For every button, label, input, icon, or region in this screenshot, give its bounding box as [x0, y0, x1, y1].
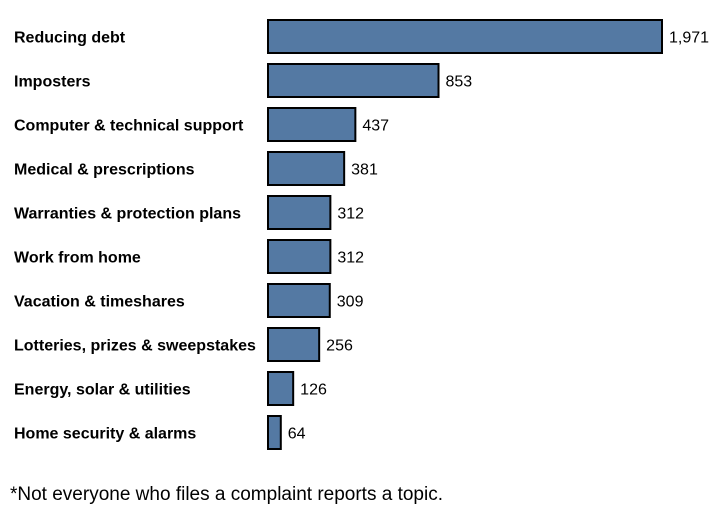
category-label: Medical & prescriptions: [14, 162, 195, 179]
category-label: Home security & alarms: [14, 426, 196, 443]
bar-chart: Reducing debt 1,971 Imposters 853 Computer &…: [14, 19, 709, 450]
category-label: Warranties & protection plans: [14, 206, 241, 223]
bar: [267, 415, 282, 450]
value-label: 312: [337, 250, 364, 267]
bar: [267, 327, 321, 362]
value-label: 309: [337, 294, 364, 311]
category-label: Vacation & timeshares: [14, 294, 185, 311]
bar: [267, 107, 357, 142]
bar: [267, 151, 346, 186]
category-label: Lotteries, prizes & sweepstakes: [14, 338, 256, 355]
value-label: 381: [351, 162, 378, 179]
value-label: 437: [362, 118, 389, 135]
value-label: 1,971: [669, 30, 709, 47]
category-label: Reducing debt: [14, 30, 126, 47]
category-label: Energy, solar & utilities: [14, 382, 191, 399]
bar: [267, 239, 332, 274]
value-label: 64: [288, 426, 306, 443]
category-label: Imposters: [14, 74, 91, 91]
value-label: 126: [300, 382, 327, 399]
category-label: Work from home: [14, 250, 141, 267]
bar: [267, 19, 663, 54]
bar: [267, 195, 332, 230]
value-label: 853: [446, 74, 473, 91]
bar: [267, 63, 440, 98]
value-label: 312: [337, 206, 364, 223]
bar: [267, 283, 331, 318]
value-label: 256: [326, 338, 353, 355]
category-label: Computer & technical support: [14, 118, 244, 135]
footnote: *Not everyone who files a complaint repo…: [10, 484, 443, 505]
bar: [267, 371, 295, 406]
